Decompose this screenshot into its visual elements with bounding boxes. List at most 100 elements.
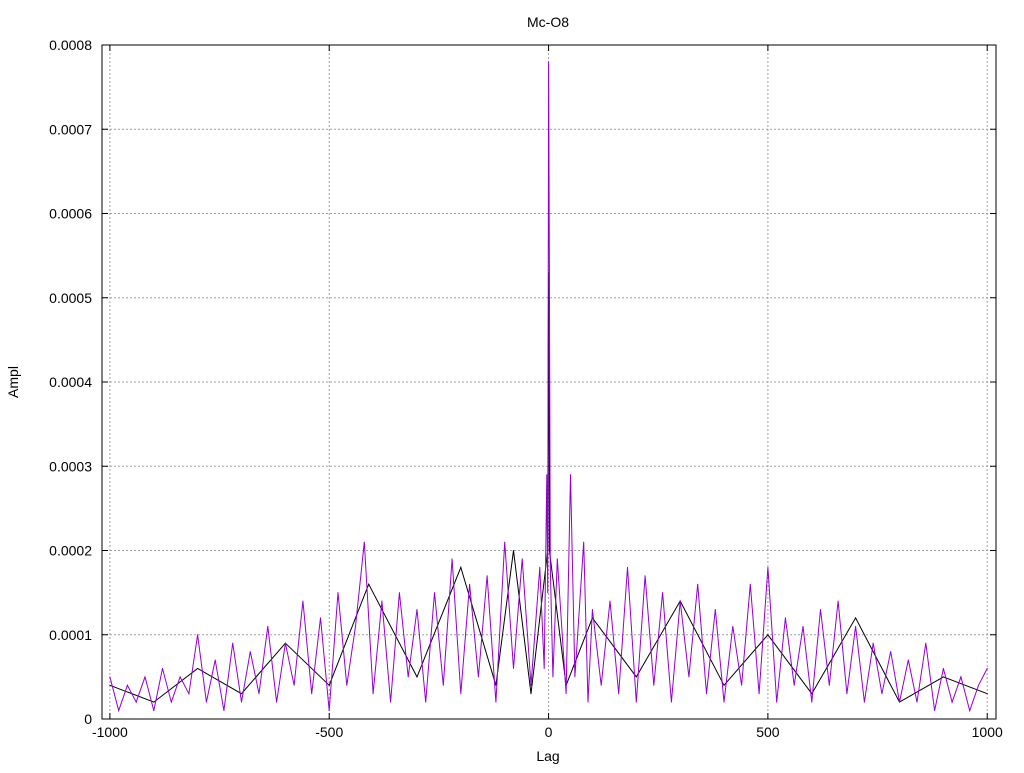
y-tick-label: 0 <box>84 711 92 727</box>
series-purple-point <box>635 701 637 703</box>
series-purple-point <box>504 541 506 543</box>
series-purple-point <box>398 592 400 594</box>
series-black-point <box>942 676 944 678</box>
series-purple-point <box>653 684 655 686</box>
series-purple-point <box>153 710 155 712</box>
series-purple-point <box>451 558 453 560</box>
series-purple-point <box>372 693 374 695</box>
series-purple-point <box>543 667 545 669</box>
y-tick-label: 0.0007 <box>49 121 92 137</box>
series-purple-point <box>934 710 936 712</box>
series-purple-point <box>552 676 554 678</box>
series-purple-point <box>258 693 260 695</box>
series-purple-point <box>951 701 953 703</box>
series-purple-point <box>416 608 418 610</box>
series-purple-point <box>346 684 348 686</box>
series-purple-point <box>802 625 804 627</box>
x-tick-label: 500 <box>756 724 780 740</box>
series-purple-point <box>521 558 523 560</box>
series-black-point <box>368 583 370 585</box>
series-purple-point <box>986 667 988 669</box>
series-purple-point <box>881 693 883 695</box>
series-purple-point <box>249 651 251 653</box>
series-purple-point <box>477 676 479 678</box>
series-purple-point <box>539 566 541 568</box>
series-black-point <box>153 701 155 703</box>
series-purple-point <box>319 617 321 619</box>
series-purple-point <box>232 642 234 644</box>
series-purple-point <box>512 667 514 669</box>
series-purple-point <box>223 710 225 712</box>
series-purple-point <box>688 676 690 678</box>
series-purple-point <box>793 684 795 686</box>
x-tick-label: -1000 <box>92 724 128 740</box>
series-black-point <box>240 693 242 695</box>
series-purple-point <box>863 701 865 703</box>
series-purple-point <box>977 684 979 686</box>
series-purple-point <box>627 566 629 568</box>
series-purple-point <box>828 684 830 686</box>
series-purple-point <box>679 600 681 602</box>
series-purple-point <box>556 558 558 560</box>
series-black-point <box>635 676 637 678</box>
series-purple-point <box>846 693 848 695</box>
series-purple-point <box>969 710 971 712</box>
chart-title: Mc-O8 <box>527 14 569 30</box>
x-tick-label: 1000 <box>972 724 1003 740</box>
chart: -1000 -500 0 500 1000 0 0.0001 0.0002 0.0003 0.00… <box>5 14 1003 764</box>
series-purple-point <box>714 608 716 610</box>
series-purple-point <box>126 684 128 686</box>
series-purple-point <box>591 608 593 610</box>
series-purple-point <box>600 684 602 686</box>
y-axis-label: Ampl <box>5 366 21 398</box>
series-black-point <box>986 693 988 695</box>
y-tick-label: 0.0001 <box>49 627 92 643</box>
y-tick-label: 0.0005 <box>49 290 92 306</box>
series-purple-point <box>890 651 892 653</box>
series-purple-point <box>442 684 444 686</box>
series-purple-point <box>548 271 550 273</box>
series-black-point <box>460 566 462 568</box>
series-purple-point <box>574 676 576 678</box>
series-black-point <box>495 684 497 686</box>
series-purple-point <box>214 659 216 661</box>
series-purple-point <box>425 701 427 703</box>
series-purple-point <box>363 541 365 543</box>
series-purple-point <box>302 600 304 602</box>
series-purple-point <box>644 575 646 577</box>
series-purple-point <box>583 541 585 543</box>
series-purple-point <box>549 566 551 568</box>
series-purple-point <box>565 693 567 695</box>
series-purple-point <box>855 625 857 627</box>
series-purple-point <box>960 676 962 678</box>
series-purple-point <box>205 701 207 703</box>
series-purple-point <box>495 701 497 703</box>
series-purple-point <box>546 474 548 476</box>
series-purple-point <box>569 474 571 476</box>
series-black-point <box>512 550 514 551</box>
series-purple-point <box>284 642 286 644</box>
series-purple-point <box>197 634 199 636</box>
x-axis-label: Lag <box>536 748 559 764</box>
series-purple-point <box>916 701 918 703</box>
series-black-point <box>416 676 418 678</box>
series-purple-point <box>381 600 383 602</box>
series-purple-point <box>758 693 760 695</box>
series-black-point <box>723 684 725 686</box>
series-purple-point <box>434 592 436 594</box>
series-purple-point <box>355 625 357 627</box>
series-purple-point <box>820 608 822 610</box>
y-tick-label: 0.0008 <box>49 37 92 53</box>
series-black-point <box>767 634 769 636</box>
y-tick-label: 0.0003 <box>49 458 92 474</box>
series-purple-point <box>486 575 488 577</box>
series-purple-point <box>337 592 339 594</box>
series-purple-point <box>662 592 664 594</box>
series-purple-point <box>811 701 813 703</box>
series-purple-point <box>907 659 909 661</box>
series-purple-point <box>135 701 137 703</box>
series-purple-point <box>776 701 778 703</box>
series-purple-point <box>898 701 900 703</box>
series-purple-point <box>144 676 146 678</box>
series-purple-point <box>311 693 313 695</box>
